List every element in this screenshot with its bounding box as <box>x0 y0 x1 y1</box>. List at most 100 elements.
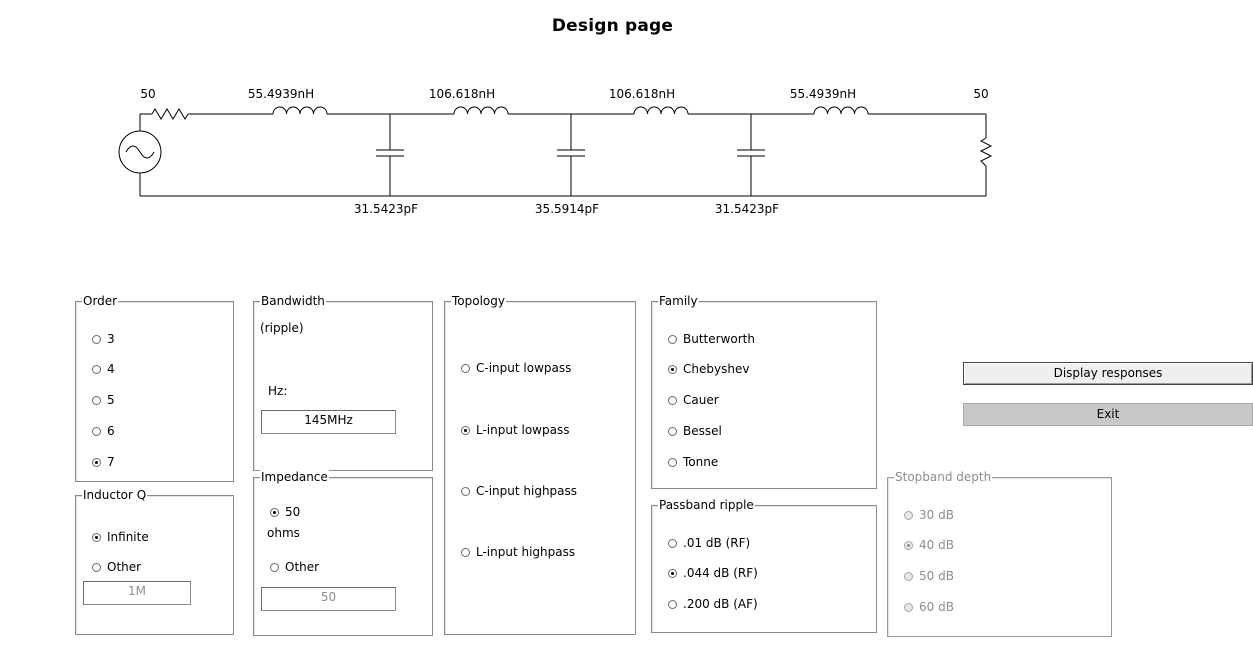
filter-schematic: 50 50 55.4939nH 106.618nH 106.618nH 55.4… <box>118 87 993 216</box>
impedance-radio-50[interactable]: 50 <box>270 505 300 519</box>
radio-dot <box>668 599 677 609</box>
passband-ripple-group: Passband ripple .01 dB (RF) .044 dB (RF)… <box>651 498 877 633</box>
family-group-label: Family <box>658 294 699 308</box>
family-radio-butterworth[interactable]: Butterworth <box>668 332 755 346</box>
order-radio-7[interactable]: 7 <box>92 455 115 469</box>
radio-label: Chebyshev <box>683 362 750 376</box>
radio-label: Infinite <box>107 530 149 544</box>
radio-dot <box>668 538 677 548</box>
stopband-radio-40[interactable]: 40 dB <box>904 538 954 552</box>
radio-label: 3 <box>107 332 115 346</box>
exit-button[interactable]: Exit <box>963 403 1253 426</box>
stopband-radio-60[interactable]: 60 dB <box>904 600 954 614</box>
impedance-radio-other[interactable]: Other <box>270 560 319 574</box>
radio-label: Other <box>107 560 142 574</box>
bandwidth-input[interactable]: 145MHz <box>261 410 396 434</box>
order-radio-5[interactable]: 5 <box>92 393 115 407</box>
family-radio-chebyshev[interactable]: Chebyshev <box>668 362 749 376</box>
radio-dot <box>270 562 279 572</box>
radio-label: C-input lowpass <box>476 361 572 375</box>
impedance-other-field[interactable]: 50 <box>261 587 396 611</box>
load-resistor-symbol <box>979 137 993 167</box>
radio-dot <box>904 602 913 612</box>
radio-label: 60 dB <box>919 600 954 614</box>
topology-radio-l-input-lowpass[interactable]: L-input lowpass <box>461 423 569 437</box>
family-radio-tonne[interactable]: Tonne <box>668 455 718 469</box>
radio-label: Other <box>285 560 320 574</box>
inductor-value-label: 55.4939nH <box>790 87 856 101</box>
inductor-symbol <box>453 106 509 115</box>
bandwidth-group-label: Bandwidth <box>260 294 326 308</box>
order-radio-3[interactable]: 3 <box>92 332 115 346</box>
radio-dot <box>904 510 913 520</box>
family-radio-bessel[interactable]: Bessel <box>668 424 722 438</box>
topology-radio-l-input-highpass[interactable]: L-input highpass <box>461 545 575 559</box>
topology-group: Topology C-input lowpass L-input lowpass… <box>444 294 636 635</box>
inductor-value-label: 55.4939nH <box>248 87 314 101</box>
source-resistor-symbol <box>151 108 189 120</box>
load-impedance-label: 50 <box>973 87 988 101</box>
bandwidth-group: Bandwidth (ripple) Hz: 145MHz <box>253 294 433 471</box>
ripple-radio-044[interactable]: .044 dB (RF) <box>668 566 758 580</box>
radio-dot <box>668 334 677 344</box>
inductor-q-group-label: Inductor Q <box>82 488 148 502</box>
order-radio-6[interactable]: 6 <box>92 424 115 438</box>
radio-dot <box>461 486 470 496</box>
impedance-group: Impedance 50 ohms Other 50 <box>253 470 433 636</box>
radio-label: 6 <box>107 424 115 438</box>
radio-label: .200 dB (AF) <box>683 597 758 611</box>
radio-dot <box>92 395 101 405</box>
capacitor-symbol <box>557 114 585 196</box>
radio-label: 4 <box>107 362 115 376</box>
bandwidth-sub-label: (ripple) <box>260 321 304 335</box>
stopband-radio-50[interactable]: 50 dB <box>904 569 954 583</box>
radio-label: L-input highpass <box>476 545 576 559</box>
family-group: Family Butterworth Chebyshev Cauer Besse… <box>651 294 877 489</box>
order-group: Order 3 4 5 6 7 <box>75 294 234 482</box>
radio-dot <box>668 457 677 467</box>
topology-group-label: Topology <box>451 294 506 308</box>
radio-label: Butterworth <box>683 332 755 346</box>
radio-label: 40 dB <box>919 538 954 552</box>
radio-dot <box>461 547 470 557</box>
radio-dot <box>904 540 913 550</box>
radio-dot <box>92 532 101 542</box>
stopband-radio-30[interactable]: 30 dB <box>904 508 954 522</box>
inductor-value-label: 106.618nH <box>609 87 675 101</box>
inductor-q-other-field[interactable]: 1M <box>83 581 191 605</box>
radio-dot <box>668 568 677 578</box>
source-impedance-label: 50 <box>140 87 155 101</box>
ac-source-wave <box>125 145 155 159</box>
radio-dot <box>92 426 101 436</box>
radio-label: Tonne <box>683 455 719 469</box>
inductor-q-radio-infinite[interactable]: Infinite <box>92 530 149 544</box>
inductor-symbol <box>633 106 689 115</box>
radio-label: Bessel <box>683 424 722 438</box>
radio-dot <box>92 457 101 467</box>
stopband-depth-group: Stopband depth 30 dB 40 dB 50 dB 60 dB <box>887 470 1112 637</box>
inductor-q-radio-other[interactable]: Other <box>92 560 141 574</box>
radio-label: 7 <box>107 455 115 469</box>
family-radio-cauer[interactable]: Cauer <box>668 393 719 407</box>
capacitor-value-label: 35.5914pF <box>535 202 599 216</box>
inductor-value-label: 106.618nH <box>429 87 495 101</box>
ripple-radio-200[interactable]: .200 dB (AF) <box>668 597 758 611</box>
radio-dot <box>92 334 101 344</box>
inductor-symbol <box>272 106 328 115</box>
radio-dot <box>668 364 677 374</box>
display-responses-button[interactable]: Display responses <box>963 362 1253 385</box>
stopband-depth-group-label: Stopband depth <box>894 470 993 484</box>
topology-radio-c-input-lowpass[interactable]: C-input lowpass <box>461 361 571 375</box>
capacitor-symbol <box>737 114 765 196</box>
topology-radio-c-input-highpass[interactable]: C-input highpass <box>461 484 577 498</box>
radio-dot <box>92 364 101 374</box>
ripple-radio-01[interactable]: .01 dB (RF) <box>668 536 750 550</box>
capacitor-value-label: 31.5423pF <box>715 202 779 216</box>
inductor-symbol <box>813 106 869 115</box>
radio-label: .044 dB (RF) <box>683 566 758 580</box>
order-radio-4[interactable]: 4 <box>92 362 115 376</box>
radio-dot <box>668 395 677 405</box>
ohms-label: ohms <box>267 526 300 540</box>
radio-dot <box>270 507 279 517</box>
radio-dot <box>92 562 101 572</box>
